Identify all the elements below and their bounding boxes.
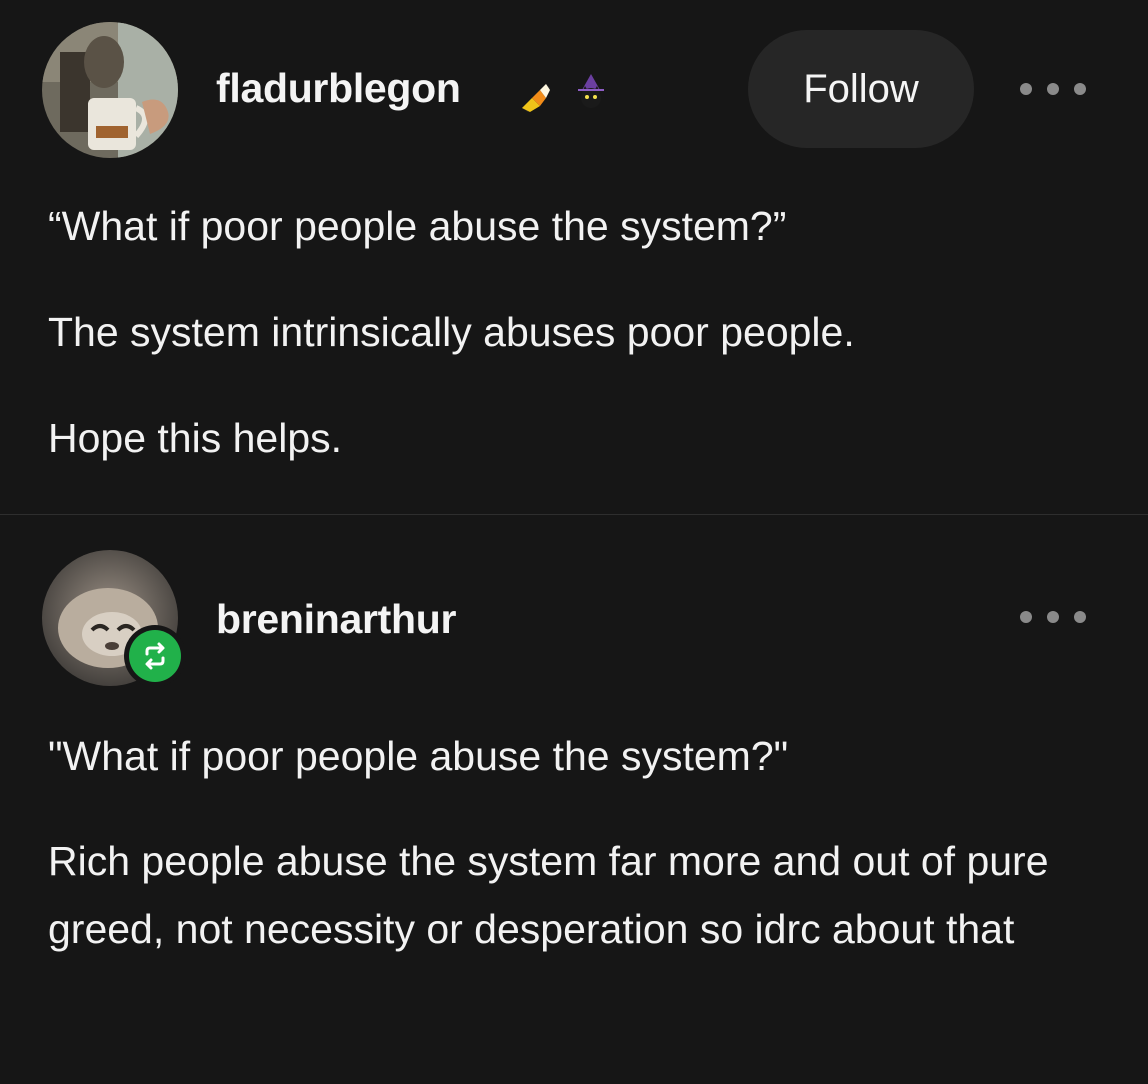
dot bbox=[1020, 611, 1032, 623]
dot bbox=[1047, 611, 1059, 623]
post-paragraph: "What if poor people abuse the system?" bbox=[48, 733, 789, 779]
post-paragraph: The system intrinsically abuses poor peo… bbox=[48, 309, 855, 355]
reblog-icon bbox=[145, 642, 165, 670]
more-options-button[interactable] bbox=[1020, 69, 1086, 109]
dot bbox=[1074, 83, 1086, 95]
post-breninarthur: breninarthur "What if poor people abuse … bbox=[0, 515, 1148, 1084]
avatar-image bbox=[42, 22, 178, 158]
username[interactable]: breninarthur bbox=[216, 596, 456, 643]
reblog-badge bbox=[124, 625, 186, 687]
more-options-button[interactable] bbox=[1020, 597, 1086, 637]
post-paragraph: Rich people abuse the system far more an… bbox=[48, 838, 1049, 952]
dot bbox=[1047, 83, 1059, 95]
dot bbox=[1020, 83, 1032, 95]
avatar[interactable] bbox=[42, 22, 178, 158]
post-fladurblegon: fladurblegon Follow “What if poor people… bbox=[0, 0, 1148, 514]
post-paragraph: Hope this helps. bbox=[48, 415, 343, 461]
candy-corn-icon bbox=[522, 84, 550, 112]
username[interactable]: fladurblegon bbox=[216, 65, 461, 112]
reblog-badge-fill bbox=[129, 630, 181, 682]
wizard-cat-icon bbox=[578, 74, 604, 108]
follow-button[interactable]: Follow bbox=[748, 30, 974, 148]
post-paragraph: “What if poor people abuse the system?” bbox=[48, 203, 787, 249]
dot bbox=[1074, 611, 1086, 623]
